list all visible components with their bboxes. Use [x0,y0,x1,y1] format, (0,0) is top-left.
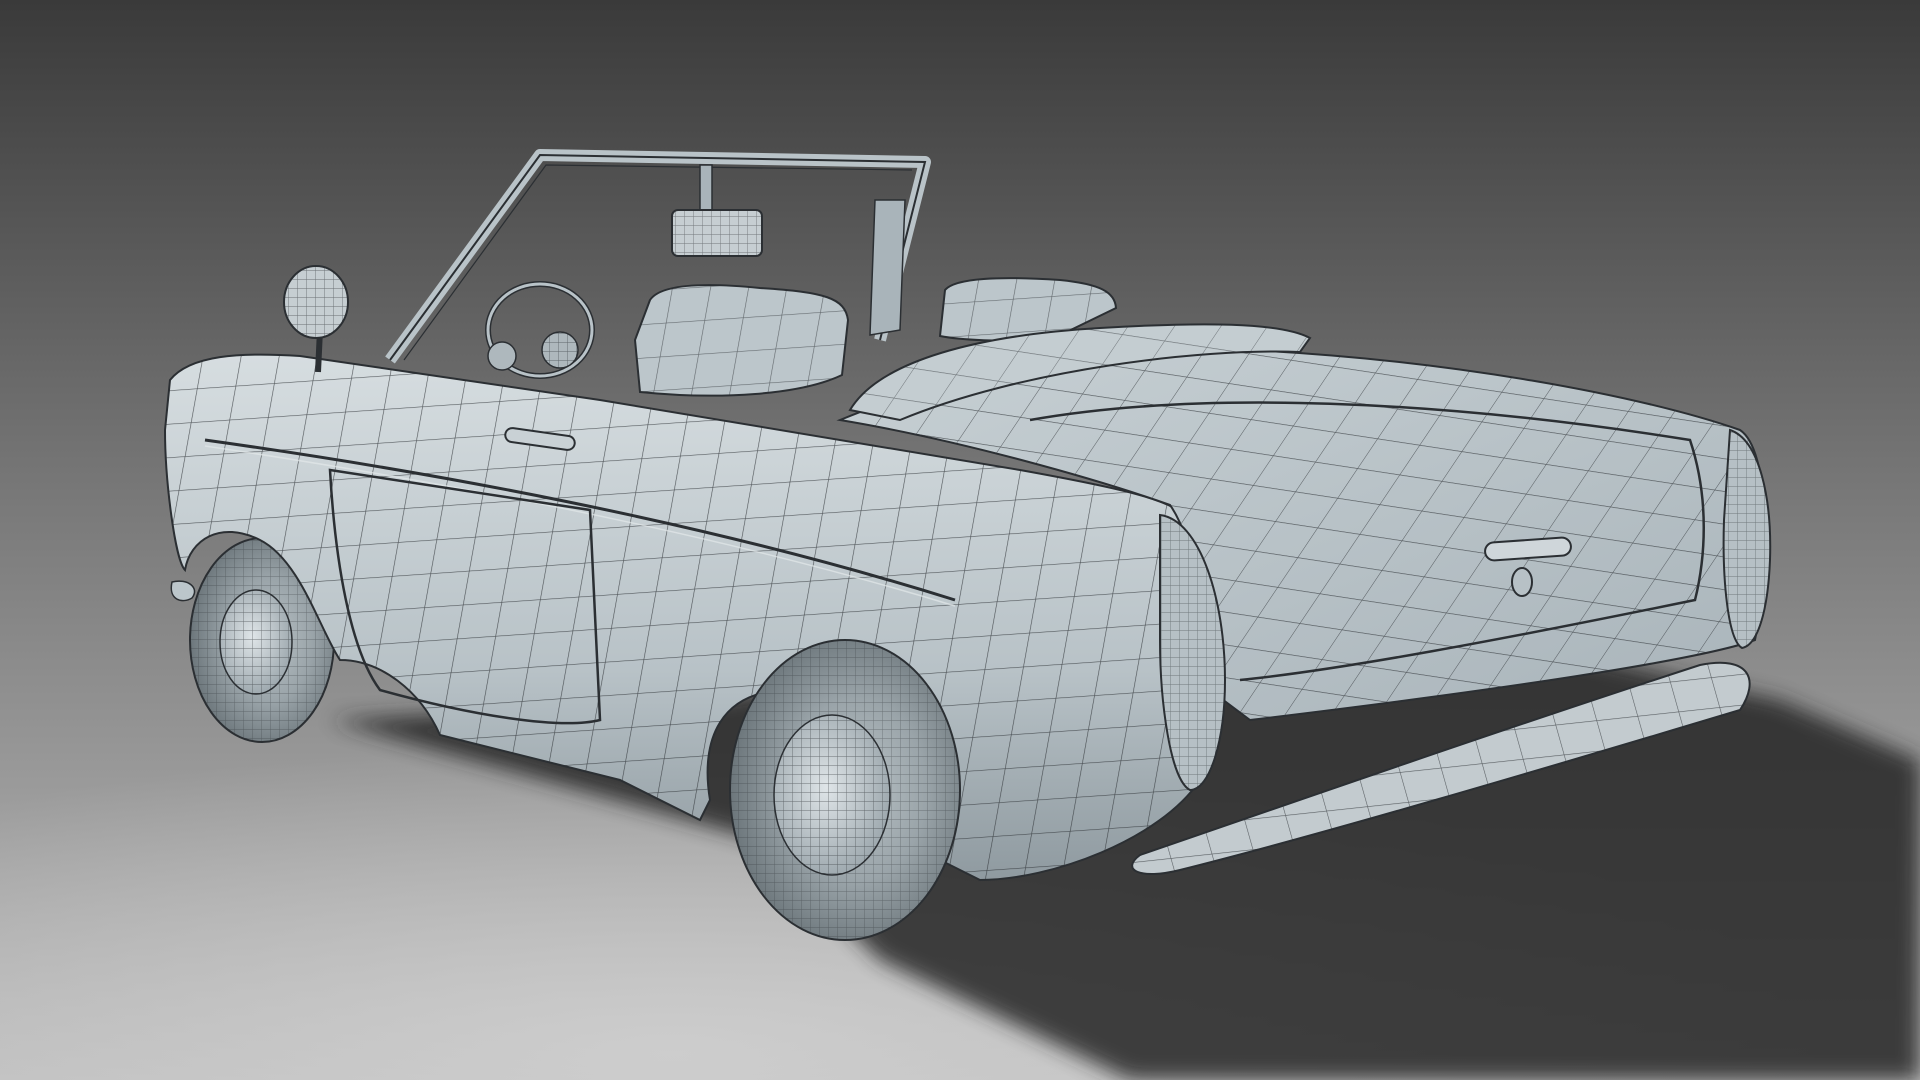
driver-seat [633,284,850,397]
rear-left-wheel [729,639,961,941]
car-render [0,0,1920,1080]
front-bumper-tip [170,580,196,602]
render-viewport [0,0,1920,1080]
trunk-lock [1511,567,1533,597]
